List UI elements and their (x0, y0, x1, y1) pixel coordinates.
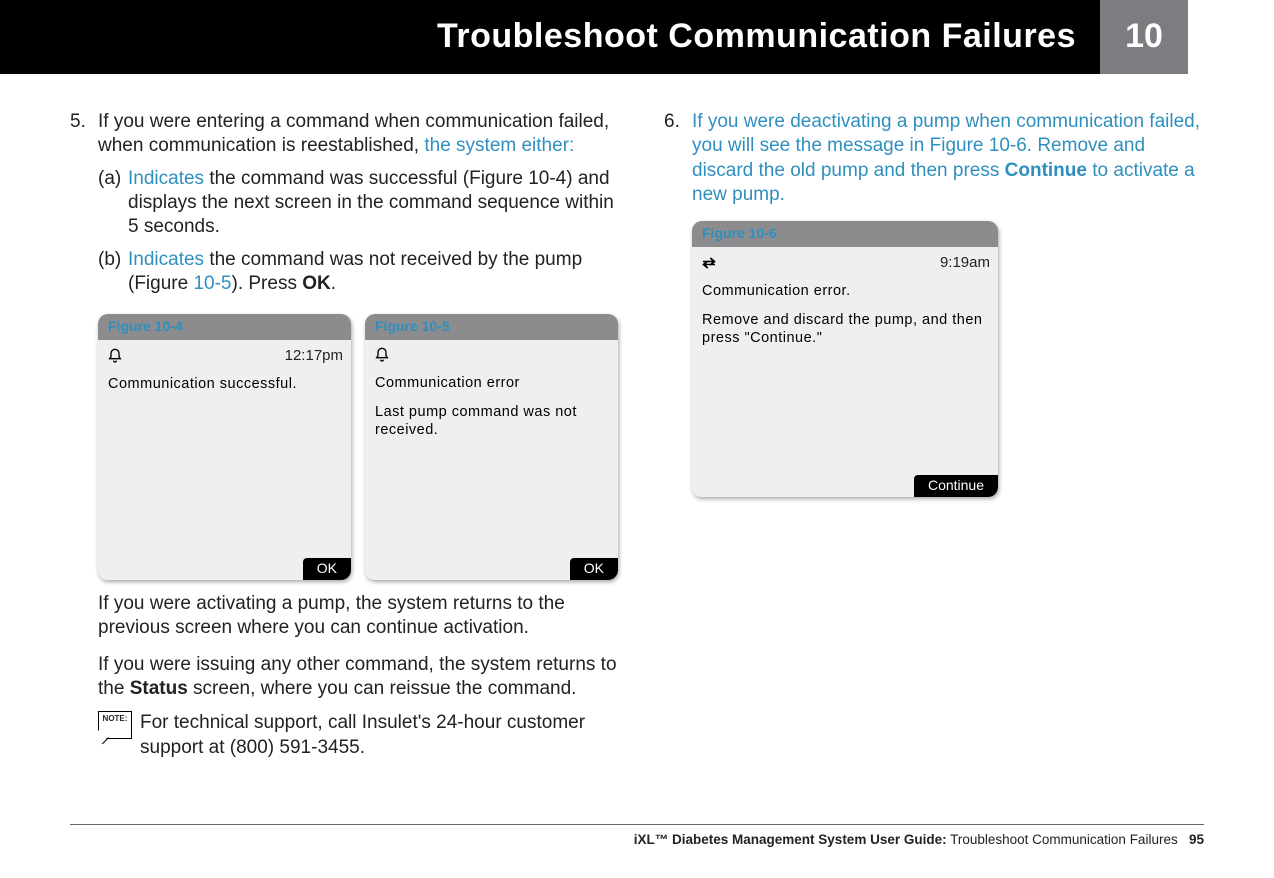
note-icon: NOTE: (98, 711, 132, 739)
sync-icon (700, 254, 718, 272)
screen-body: Communication error Last pump command wa… (365, 366, 618, 458)
left-column: 5. If you were entering a command when c… (70, 110, 618, 760)
bell-icon (106, 347, 124, 365)
step-body: If you were entering a command when comm… (98, 110, 618, 296)
sub-b-label: (b) (98, 248, 128, 297)
fig6-line2: Remove and discard the pump, and then pr… (702, 311, 988, 348)
fig5-line1: Communication error (375, 374, 608, 393)
screen-top-bar (365, 340, 618, 366)
sub-a-body: Indicates the command was successful (Fi… (128, 167, 618, 240)
figure-10-6-screen: 9:19am Communication error. Remove and d… (692, 247, 998, 497)
ok-button: OK (303, 558, 351, 580)
screen-time: 12:17pm (285, 346, 343, 365)
para2c: screen, where you can reissue the comman… (188, 678, 577, 699)
page-footer: iXL™ Diabetes Management System User Gui… (70, 824, 1204, 848)
figure-10-4-caption: Figure 10-4 (98, 314, 351, 340)
after-figures-block: If you were activating a pump, the syste… (98, 592, 618, 701)
figure-10-5-screen: Communication error Last pump command wa… (365, 340, 618, 580)
step6-continue: Continue (1005, 160, 1087, 181)
para-other-command: If you were issuing any other command, t… (98, 653, 618, 702)
sub-b-ok: OK (302, 273, 331, 294)
chapter-number: 10 (1100, 0, 1188, 74)
bell-icon (373, 346, 391, 364)
fig4-message: Communication successful. (108, 375, 341, 394)
substep-b: (b) Indicates the command was not receiv… (98, 248, 618, 297)
sub-b-hl: Indicates (128, 249, 204, 270)
figure-10-5: Figure 10-5 Communication error Last pum… (365, 314, 618, 580)
page-header: Troubleshoot Communication Failures 10 (0, 0, 1274, 74)
sub-b-body: Indicates the command was not received b… (128, 248, 618, 297)
footer-guide-name: iXL™ Diabetes Management System User Gui… (634, 832, 947, 847)
chapter-title: Troubleshoot Communication Failures (0, 15, 1100, 59)
step5-text-b: the system either: (424, 135, 574, 156)
para-activating: If you were activating a pump, the syste… (98, 592, 618, 641)
sub-b-rest-c: . (331, 273, 336, 294)
substep-a: (a) Indicates the command was successful… (98, 167, 618, 240)
main-content: 5. If you were entering a command when c… (0, 74, 1274, 760)
footer-section: Troubleshoot Communication Failures (947, 832, 1178, 847)
para2-status: Status (130, 678, 188, 699)
ok-button: OK (570, 558, 618, 580)
screen-top-bar: 12:17pm (98, 340, 351, 367)
footer-page-number: 95 (1189, 832, 1204, 847)
note-text: For technical support, call Insulet's 24… (140, 711, 618, 760)
screen-time: 9:19am (940, 253, 990, 272)
screen-top-bar: 9:19am (692, 247, 998, 274)
continue-button: Continue (914, 475, 998, 497)
note-row: NOTE: For technical support, call Insule… (98, 711, 618, 760)
note-label: NOTE: (103, 714, 128, 724)
fig6-line1: Communication error. (702, 282, 988, 301)
sub-a-label: (a) (98, 167, 128, 240)
sub-a-hl: Indicates (128, 168, 204, 189)
step-5: 5. If you were entering a command when c… (70, 110, 618, 296)
step-6-body: If you were deactivating a pump when com… (692, 110, 1204, 207)
figure-10-6: Figure 10-6 9:19am Communication error. … (692, 221, 998, 497)
figure-10-4-screen: 12:17pm Communication successful. OK (98, 340, 351, 580)
figure-10-6-wrap: Figure 10-6 9:19am Communication error. … (692, 221, 1204, 497)
right-column: 6. If you were deactivating a pump when … (664, 110, 1204, 760)
header-spacer (1188, 0, 1274, 74)
sub-b-link: 10-5 (193, 273, 231, 294)
figure-10-6-caption: Figure 10-6 (692, 221, 998, 247)
sub-b-rest-b: ). Press (232, 273, 303, 294)
screen-body: Communication error. Remove and discard … (692, 274, 998, 366)
figure-10-5-caption: Figure 10-5 (365, 314, 618, 340)
step-number: 6. (664, 110, 692, 207)
step-number: 5. (70, 110, 98, 296)
screen-body: Communication successful. (98, 367, 351, 412)
step-6: 6. If you were deactivating a pump when … (664, 110, 1204, 207)
figures-row-left: Figure 10-4 12:17pm Communication succes… (98, 314, 618, 580)
fig5-line2: Last pump command was not received. (375, 403, 608, 440)
figure-10-4: Figure 10-4 12:17pm Communication succes… (98, 314, 351, 580)
